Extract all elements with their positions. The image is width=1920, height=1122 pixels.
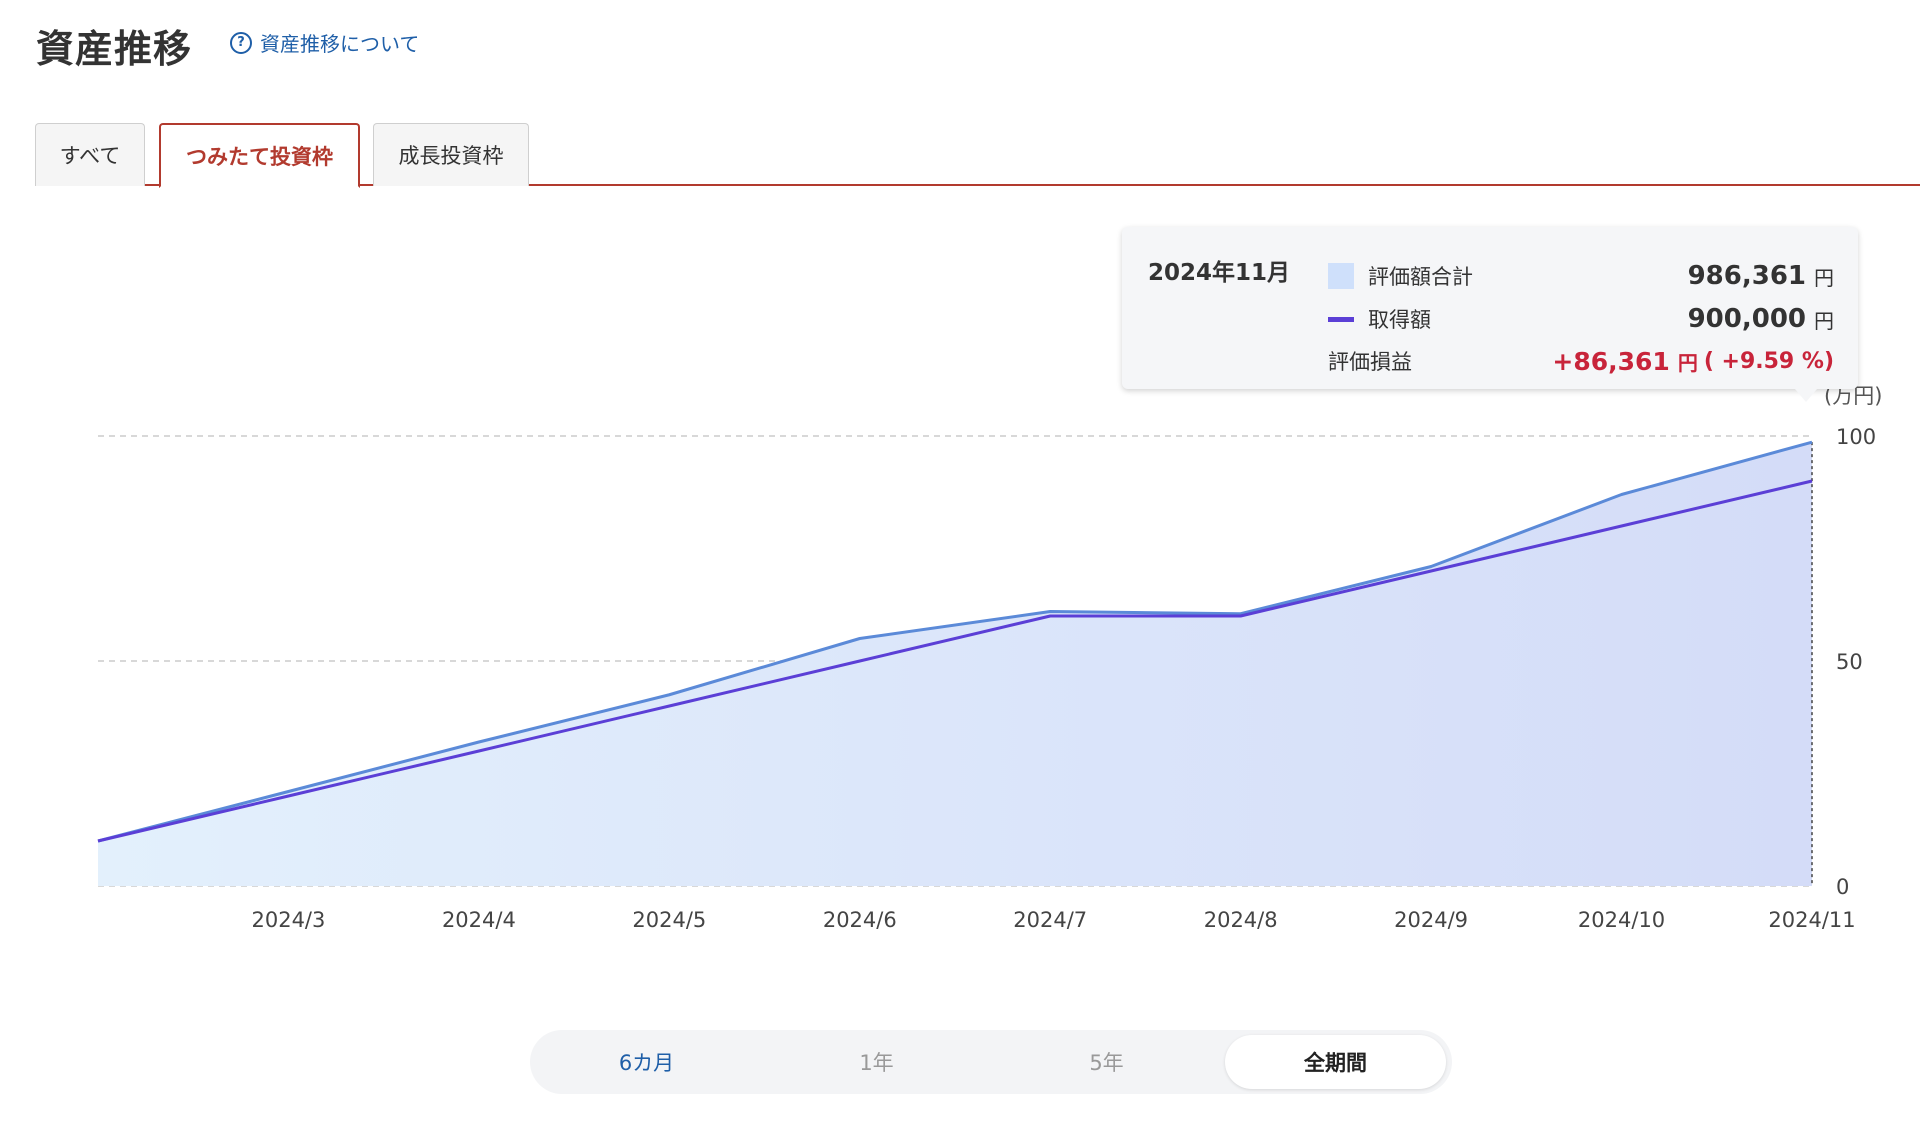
tab-tsumitate[interactable]: つみたて投資枠 xyxy=(159,123,360,188)
valuation-label: 評価額合計 xyxy=(1368,265,1473,289)
period-6months[interactable]: 6カ月 xyxy=(536,1035,757,1089)
gain-value: +86,361 xyxy=(1552,346,1670,376)
y-tick-label: 50 xyxy=(1836,650,1863,674)
y-tick-label: 100 xyxy=(1836,425,1876,449)
x-tick-label: 2024/11 xyxy=(1768,908,1855,932)
tab-growth[interactable]: 成長投資枠 xyxy=(373,123,529,186)
valuation-area xyxy=(98,442,1812,886)
valuation-value: 986,361 xyxy=(1687,261,1806,291)
tooltip-row-valuation: 評価額合計 986,361 円 xyxy=(1328,259,1834,293)
x-tick-label: 2024/10 xyxy=(1578,908,1665,932)
gain-unit: 円 xyxy=(1677,350,1698,375)
tab-bar: すべて つみたて投資枠 成長投資枠 xyxy=(35,123,1920,188)
acquisition-value: 900,000 xyxy=(1687,304,1806,334)
period-all[interactable]: 全期間 xyxy=(1225,1035,1446,1089)
x-tick-label: 2024/5 xyxy=(632,908,706,932)
x-tick-label: 2024/6 xyxy=(823,908,897,932)
chart-tooltip: 2024年11月 評価額合計 986,361 円 取得額 900,000 円 評… xyxy=(1122,227,1858,389)
acquisition-unit: 円 xyxy=(1814,308,1834,333)
valuation-legend-swatch xyxy=(1328,263,1354,289)
question-circle-icon: ? xyxy=(230,31,252,54)
help-link[interactable]: ? 資産推移について xyxy=(230,28,419,57)
x-tick-label: 2024/4 xyxy=(442,908,516,932)
x-tick-label: 2024/8 xyxy=(1204,908,1278,932)
tooltip-arrow xyxy=(1795,389,1817,402)
period-1year[interactable]: 1年 xyxy=(766,1035,987,1089)
period-selector: 6カ月 1年 5年 全期間 xyxy=(530,1030,1452,1094)
gain-percent: ( +9.59 %) xyxy=(1703,348,1834,374)
page-title: 資産推移 xyxy=(36,27,193,71)
x-tick-label: 2024/3 xyxy=(251,908,325,932)
x-tick-label: 2024/7 xyxy=(1013,908,1087,932)
tab-all[interactable]: すべて xyxy=(35,123,145,186)
x-tick-label: 2024/9 xyxy=(1394,908,1468,932)
tooltip-row-gain: 評価損益 +86,361 円 ( +9.59 %) xyxy=(1328,344,1834,378)
acquisition-label: 取得額 xyxy=(1368,308,1431,332)
valuation-unit: 円 xyxy=(1814,265,1834,290)
tooltip-month: 2024年11月 xyxy=(1148,260,1291,286)
y-tick-label: 0 xyxy=(1836,875,1849,899)
gain-label: 評価損益 xyxy=(1328,350,1412,374)
acquisition-legend-swatch xyxy=(1328,316,1354,322)
period-5years[interactable]: 5年 xyxy=(996,1035,1217,1089)
help-link-label: 資産推移について xyxy=(260,32,420,56)
tooltip-row-acquisition: 取得額 900,000 円 xyxy=(1328,302,1834,336)
